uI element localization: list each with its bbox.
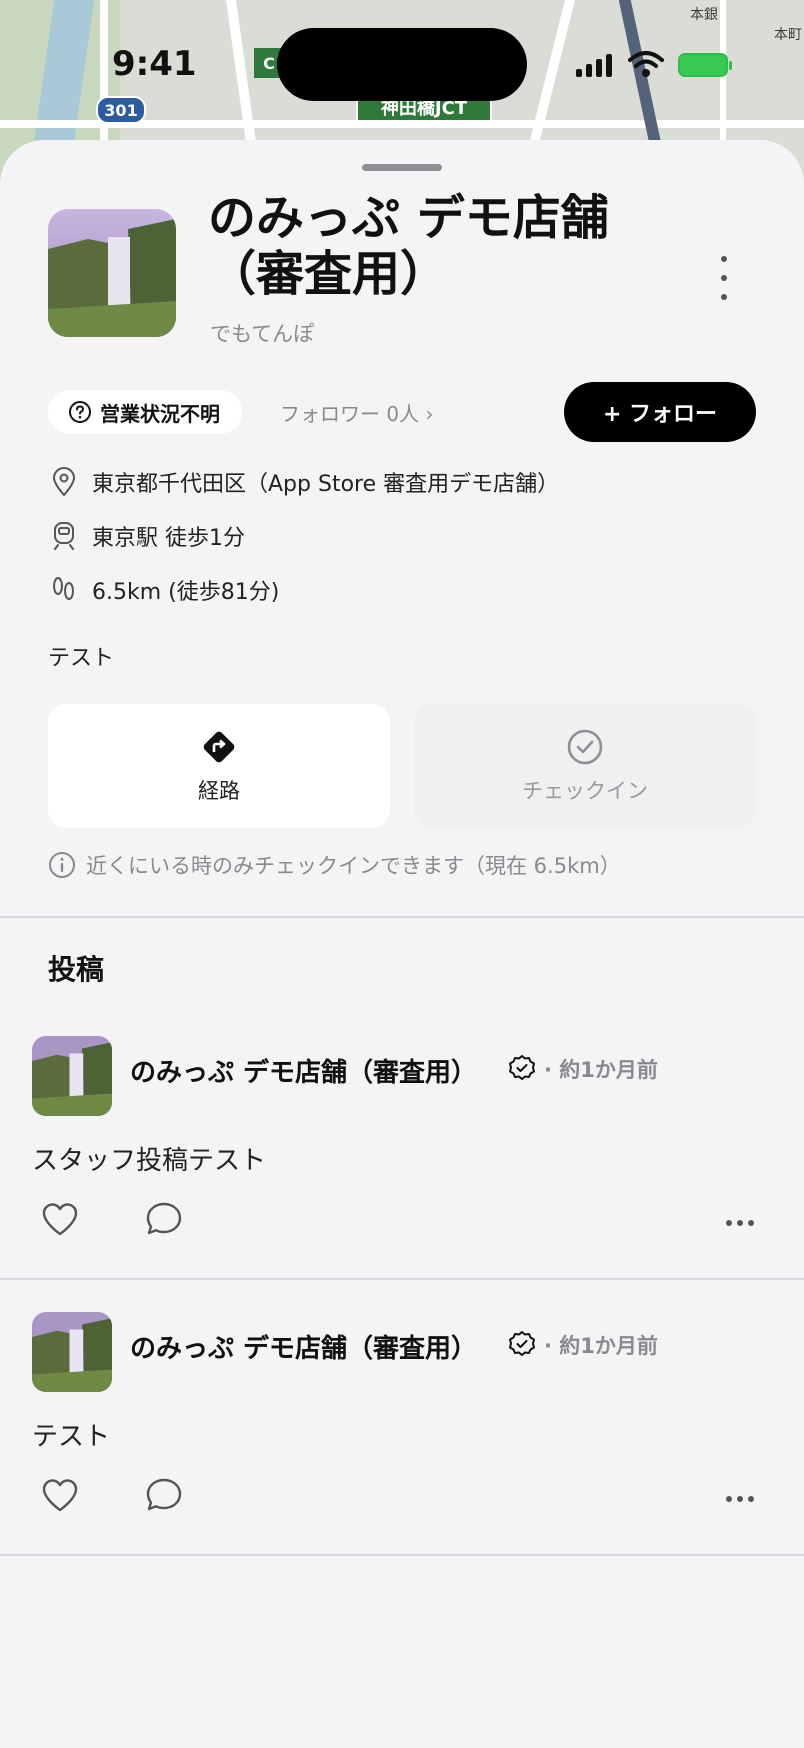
comment-icon[interactable] bbox=[144, 1476, 184, 1514]
post-item: のみっぷ デモ店舗（審査用） · 約1か月前 スタッフ投稿テスト bbox=[0, 1036, 804, 1312]
check-circle-icon bbox=[567, 729, 603, 765]
post-divider bbox=[0, 1278, 804, 1280]
post-body: テスト bbox=[32, 1422, 111, 1452]
store-thumbnail[interactable] bbox=[48, 209, 176, 337]
station-text: 東京駅 徒歩1分 bbox=[92, 526, 245, 551]
checkin-label: チェックイン bbox=[522, 779, 648, 803]
verified-badge-icon bbox=[509, 1331, 535, 1356]
post-author[interactable]: のみっぷ デモ店舗（審査用） bbox=[130, 1328, 477, 1365]
route-button[interactable]: 経路 bbox=[48, 704, 390, 828]
station-row: 東京駅 徒歩1分 bbox=[48, 520, 245, 552]
checkin-note-text: 近くにいる時のみチェックインできます（現在 6.5km） bbox=[86, 854, 621, 878]
route-diamond-icon bbox=[203, 731, 235, 763]
post-avatar[interactable] bbox=[32, 1312, 112, 1392]
heart-icon[interactable] bbox=[40, 1200, 80, 1238]
cellular-signal-icon bbox=[576, 54, 612, 77]
heart-icon[interactable] bbox=[40, 1476, 80, 1514]
wifi-icon bbox=[628, 51, 664, 77]
sheet-grabber[interactable] bbox=[362, 164, 442, 171]
section-divider bbox=[0, 916, 804, 918]
business-status-badge: 営業状況不明 bbox=[48, 390, 242, 434]
train-icon bbox=[48, 520, 80, 552]
post-time: · 約1か月前 bbox=[544, 1058, 658, 1082]
business-status-label: 営業状況不明 bbox=[100, 401, 220, 426]
store-detail-sheet: のみっぷ デモ店舗（審査用） でもてんぽ 営業状況不明 フォロワー 0人 › +… bbox=[0, 140, 804, 1748]
address-text: 東京都千代田区（App Store 審査用デモ店舗） bbox=[92, 472, 560, 497]
question-circle-icon bbox=[69, 401, 91, 423]
posts-section-title: 投稿 bbox=[48, 953, 105, 986]
more-horizontal-icon[interactable] bbox=[726, 1496, 754, 1502]
checkin-note: 近くにいる時のみチェックインできます（現在 6.5km） bbox=[48, 850, 621, 880]
verified-badge-icon bbox=[509, 1055, 535, 1080]
follow-button[interactable]: + フォロー bbox=[564, 382, 756, 442]
followers-link[interactable]: フォロワー 0人 › bbox=[280, 398, 433, 427]
post-item: のみっぷ デモ店舗（審査用） · 約1か月前 テスト bbox=[0, 1312, 804, 1588]
store-description: テスト bbox=[48, 646, 115, 671]
route-label: 経路 bbox=[198, 779, 240, 803]
post-time: · 約1か月前 bbox=[544, 1334, 658, 1358]
distance-row: 6.5km (徒歩81分) bbox=[48, 574, 279, 606]
post-avatar[interactable] bbox=[32, 1036, 112, 1116]
checkin-button[interactable]: チェックイン bbox=[414, 704, 756, 828]
more-vertical-icon[interactable] bbox=[714, 256, 734, 300]
post-author[interactable]: のみっぷ デモ店舗（審査用） bbox=[130, 1052, 477, 1089]
info-circle-icon bbox=[49, 852, 75, 878]
store-kana: でもてんぽ bbox=[210, 322, 315, 346]
status-bar: 9:41 bbox=[0, 0, 804, 130]
store-name: のみっぷ デモ店舗（審査用） bbox=[208, 190, 609, 302]
footprints-icon bbox=[48, 574, 80, 606]
location-pin-icon bbox=[48, 466, 80, 498]
distance-text: 6.5km (徒歩81分) bbox=[92, 580, 280, 605]
address-row[interactable]: 東京都千代田区（App Store 審査用デモ店舗） bbox=[48, 466, 559, 498]
comment-icon[interactable] bbox=[144, 1200, 184, 1238]
post-body: スタッフ投稿テスト bbox=[32, 1146, 267, 1176]
battery-icon bbox=[678, 53, 732, 77]
more-horizontal-icon[interactable] bbox=[726, 1220, 754, 1226]
dynamic-island bbox=[277, 28, 527, 101]
status-time: 9:41 bbox=[112, 44, 197, 84]
post-divider bbox=[0, 1554, 804, 1556]
